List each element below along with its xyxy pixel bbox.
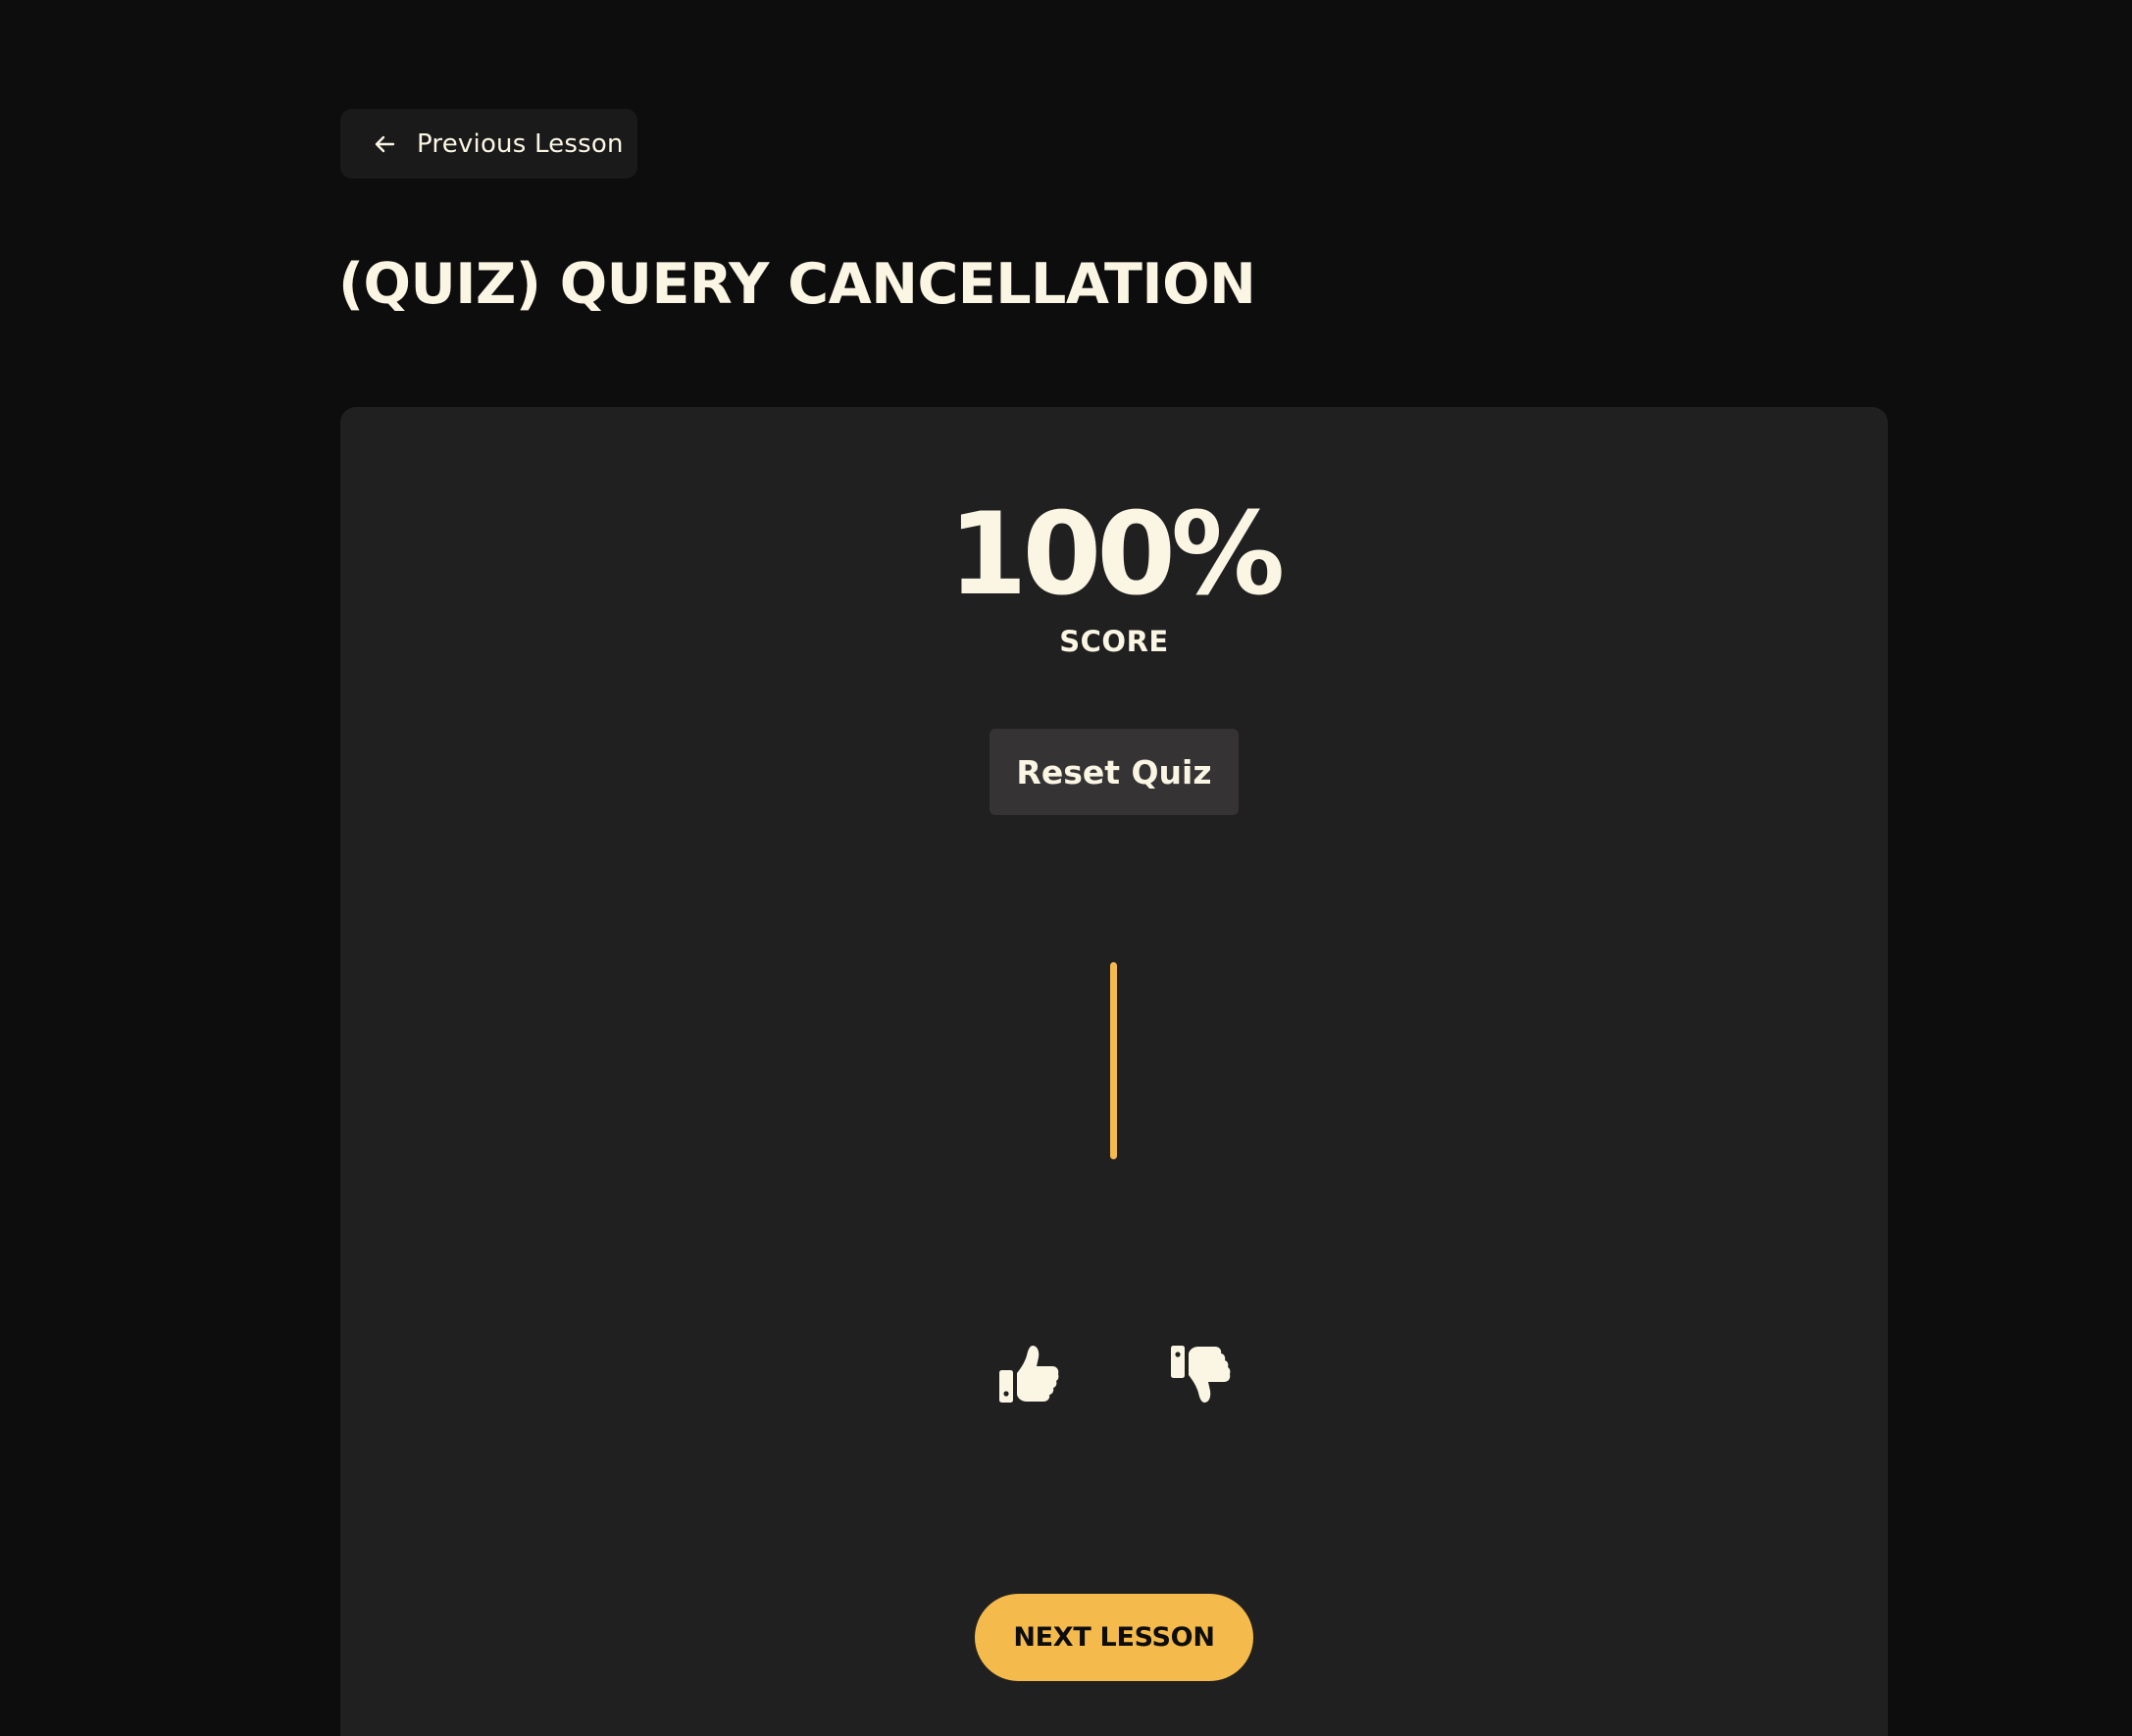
progress-indicator — [1110, 962, 1117, 1159]
thumbs-down-button[interactable] — [1166, 1342, 1235, 1410]
thumbs-up-icon — [997, 1343, 1060, 1409]
next-lesson-button[interactable]: NEXT LESSON — [975, 1594, 1253, 1681]
previous-lesson-button[interactable]: Previous Lesson — [340, 109, 637, 179]
previous-lesson-label: Previous Lesson — [417, 128, 624, 159]
reset-quiz-button[interactable]: Reset Quiz — [990, 729, 1239, 815]
thumbs-down-icon — [1169, 1343, 1232, 1409]
lesson-page: Previous Lesson (QUIZ) QUERY CANCELLATIO… — [0, 0, 2132, 1736]
arrow-left-icon — [372, 131, 397, 157]
score-value: 100% — [947, 488, 1285, 621]
quiz-card: 100% SCORE Reset Quiz NEXT LESSON — [340, 407, 1888, 1736]
page-title: (QUIZ) QUERY CANCELLATION — [338, 252, 1256, 317]
score-label: SCORE — [1059, 625, 1169, 658]
thumbs-up-button[interactable] — [994, 1342, 1063, 1410]
